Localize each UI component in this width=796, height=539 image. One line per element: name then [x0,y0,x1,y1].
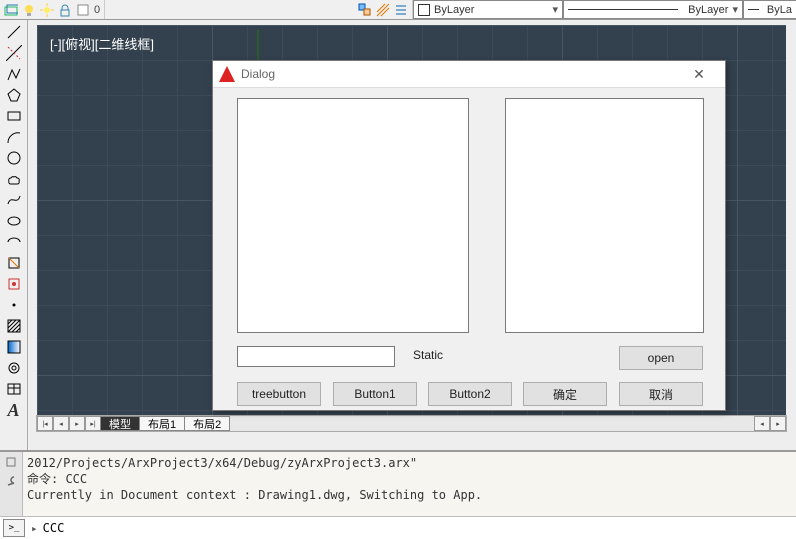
arc-icon[interactable] [4,128,24,146]
match-group [354,0,413,19]
table-icon[interactable] [4,380,24,398]
color-dropdown-label: ByLayer [434,4,474,16]
tab-model[interactable]: 模型 [100,416,140,431]
command-history-text[interactable]: 2012/Projects/ArxProject3/x64/Debug/zyAr… [23,452,796,517]
close-button[interactable]: ✕ [679,63,719,85]
color-dropdown[interactable]: ByLayer ▾ [413,0,563,19]
point-icon[interactable] [4,296,24,314]
command-line[interactable]: >_ ▸ CCC [0,516,796,539]
dialog-titlebar[interactable]: Dialog ✕ [213,61,725,88]
viewport-label[interactable]: [-][俯视][二维线框] [50,34,154,53]
linetype-dropdown-label: ByLayer [688,4,728,16]
app-icon [219,66,235,82]
dialog-title: Dialog [241,67,275,81]
tab-layout2[interactable]: 布局2 [184,416,230,431]
sun-icon[interactable] [40,3,54,17]
wrench-icon[interactable] [5,474,17,486]
make-block-icon[interactable] [4,275,24,293]
tab-first-button[interactable]: |◂ [37,416,53,431]
hatch-icon[interactable] [4,317,24,335]
hscroll-right-button[interactable]: ▸ [770,416,786,431]
list-icon[interactable] [394,3,408,17]
command-caret-icon: ▸ [31,522,38,535]
layer-manager-icon[interactable] [4,3,18,17]
dialog-body: Static open treebutton Button1 Button2 确… [213,88,725,410]
cancel-button[interactable]: 取消 [619,382,703,406]
chevron-down-icon: ▾ [552,3,558,16]
command-input-text[interactable]: CCC [43,521,65,535]
region-icon[interactable] [4,359,24,377]
construction-line-icon[interactable] [4,44,24,62]
match-properties-icon[interactable] [358,3,372,17]
rectangle-icon[interactable] [4,107,24,125]
draw-toolbar: A [0,20,28,455]
hscroll-left-button[interactable]: ◂ [754,416,770,431]
dialog-window: Dialog ✕ Static open treebutton Button1 … [212,60,726,411]
color-swatch-icon[interactable] [76,3,90,17]
hatch-brush-icon[interactable] [376,3,390,17]
tab-next-button[interactable]: ▸ [69,416,85,431]
button1-button[interactable]: Button1 [333,382,417,406]
console-gutter [0,452,23,517]
lineweight-dropdown-label: ByLa [767,4,792,16]
polyline-icon[interactable] [4,65,24,83]
revision-cloud-icon[interactable] [4,170,24,188]
lineweight-dropdown[interactable]: ByLa [743,0,796,19]
mtext-icon[interactable]: A [4,401,24,419]
ellipse-icon[interactable] [4,212,24,230]
button2-button[interactable]: Button2 [428,382,512,406]
linetype-dropdown[interactable]: ByLayer ▾ [563,0,743,19]
tab-prev-button[interactable]: ◂ [53,416,69,431]
circle-icon[interactable] [4,149,24,167]
ellipse-arc-icon[interactable] [4,233,24,251]
model-tab-bar: |◂ ◂ ▸ ▸| 模型 布局1 布局2 ◂ ▸ [36,415,787,432]
console-handle-icon[interactable] [5,456,17,468]
layer-zero-icon[interactable]: 0 [94,4,100,16]
ok-button[interactable]: 确定 [523,382,607,406]
open-button[interactable]: open [619,346,703,370]
listbox-left[interactable] [237,98,469,333]
command-prompt-icon[interactable]: >_ [3,519,25,537]
line-icon[interactable] [4,23,24,41]
tab-last-button[interactable]: ▸| [85,416,101,431]
edit-input[interactable] [237,346,395,367]
bulb-icon[interactable] [22,3,36,17]
static-label: Static [413,348,443,362]
layer-group: 0 [0,0,105,19]
insert-block-icon[interactable] [4,254,24,272]
property-toolbar: 0 ByLayer ▾ ByLayer ▾ ByLa [0,0,796,20]
treebutton-button[interactable]: treebutton [237,382,321,406]
spline-icon[interactable] [4,191,24,209]
gradient-icon[interactable] [4,338,24,356]
chevron-down-icon: ▾ [732,3,738,16]
tab-layout1[interactable]: 布局1 [139,416,185,431]
polygon-icon[interactable] [4,86,24,104]
lock-icon[interactable] [58,3,72,17]
listbox-right[interactable] [505,98,704,333]
command-history-panel: 2012/Projects/ArxProject3/x64/Debug/zyAr… [0,450,796,517]
